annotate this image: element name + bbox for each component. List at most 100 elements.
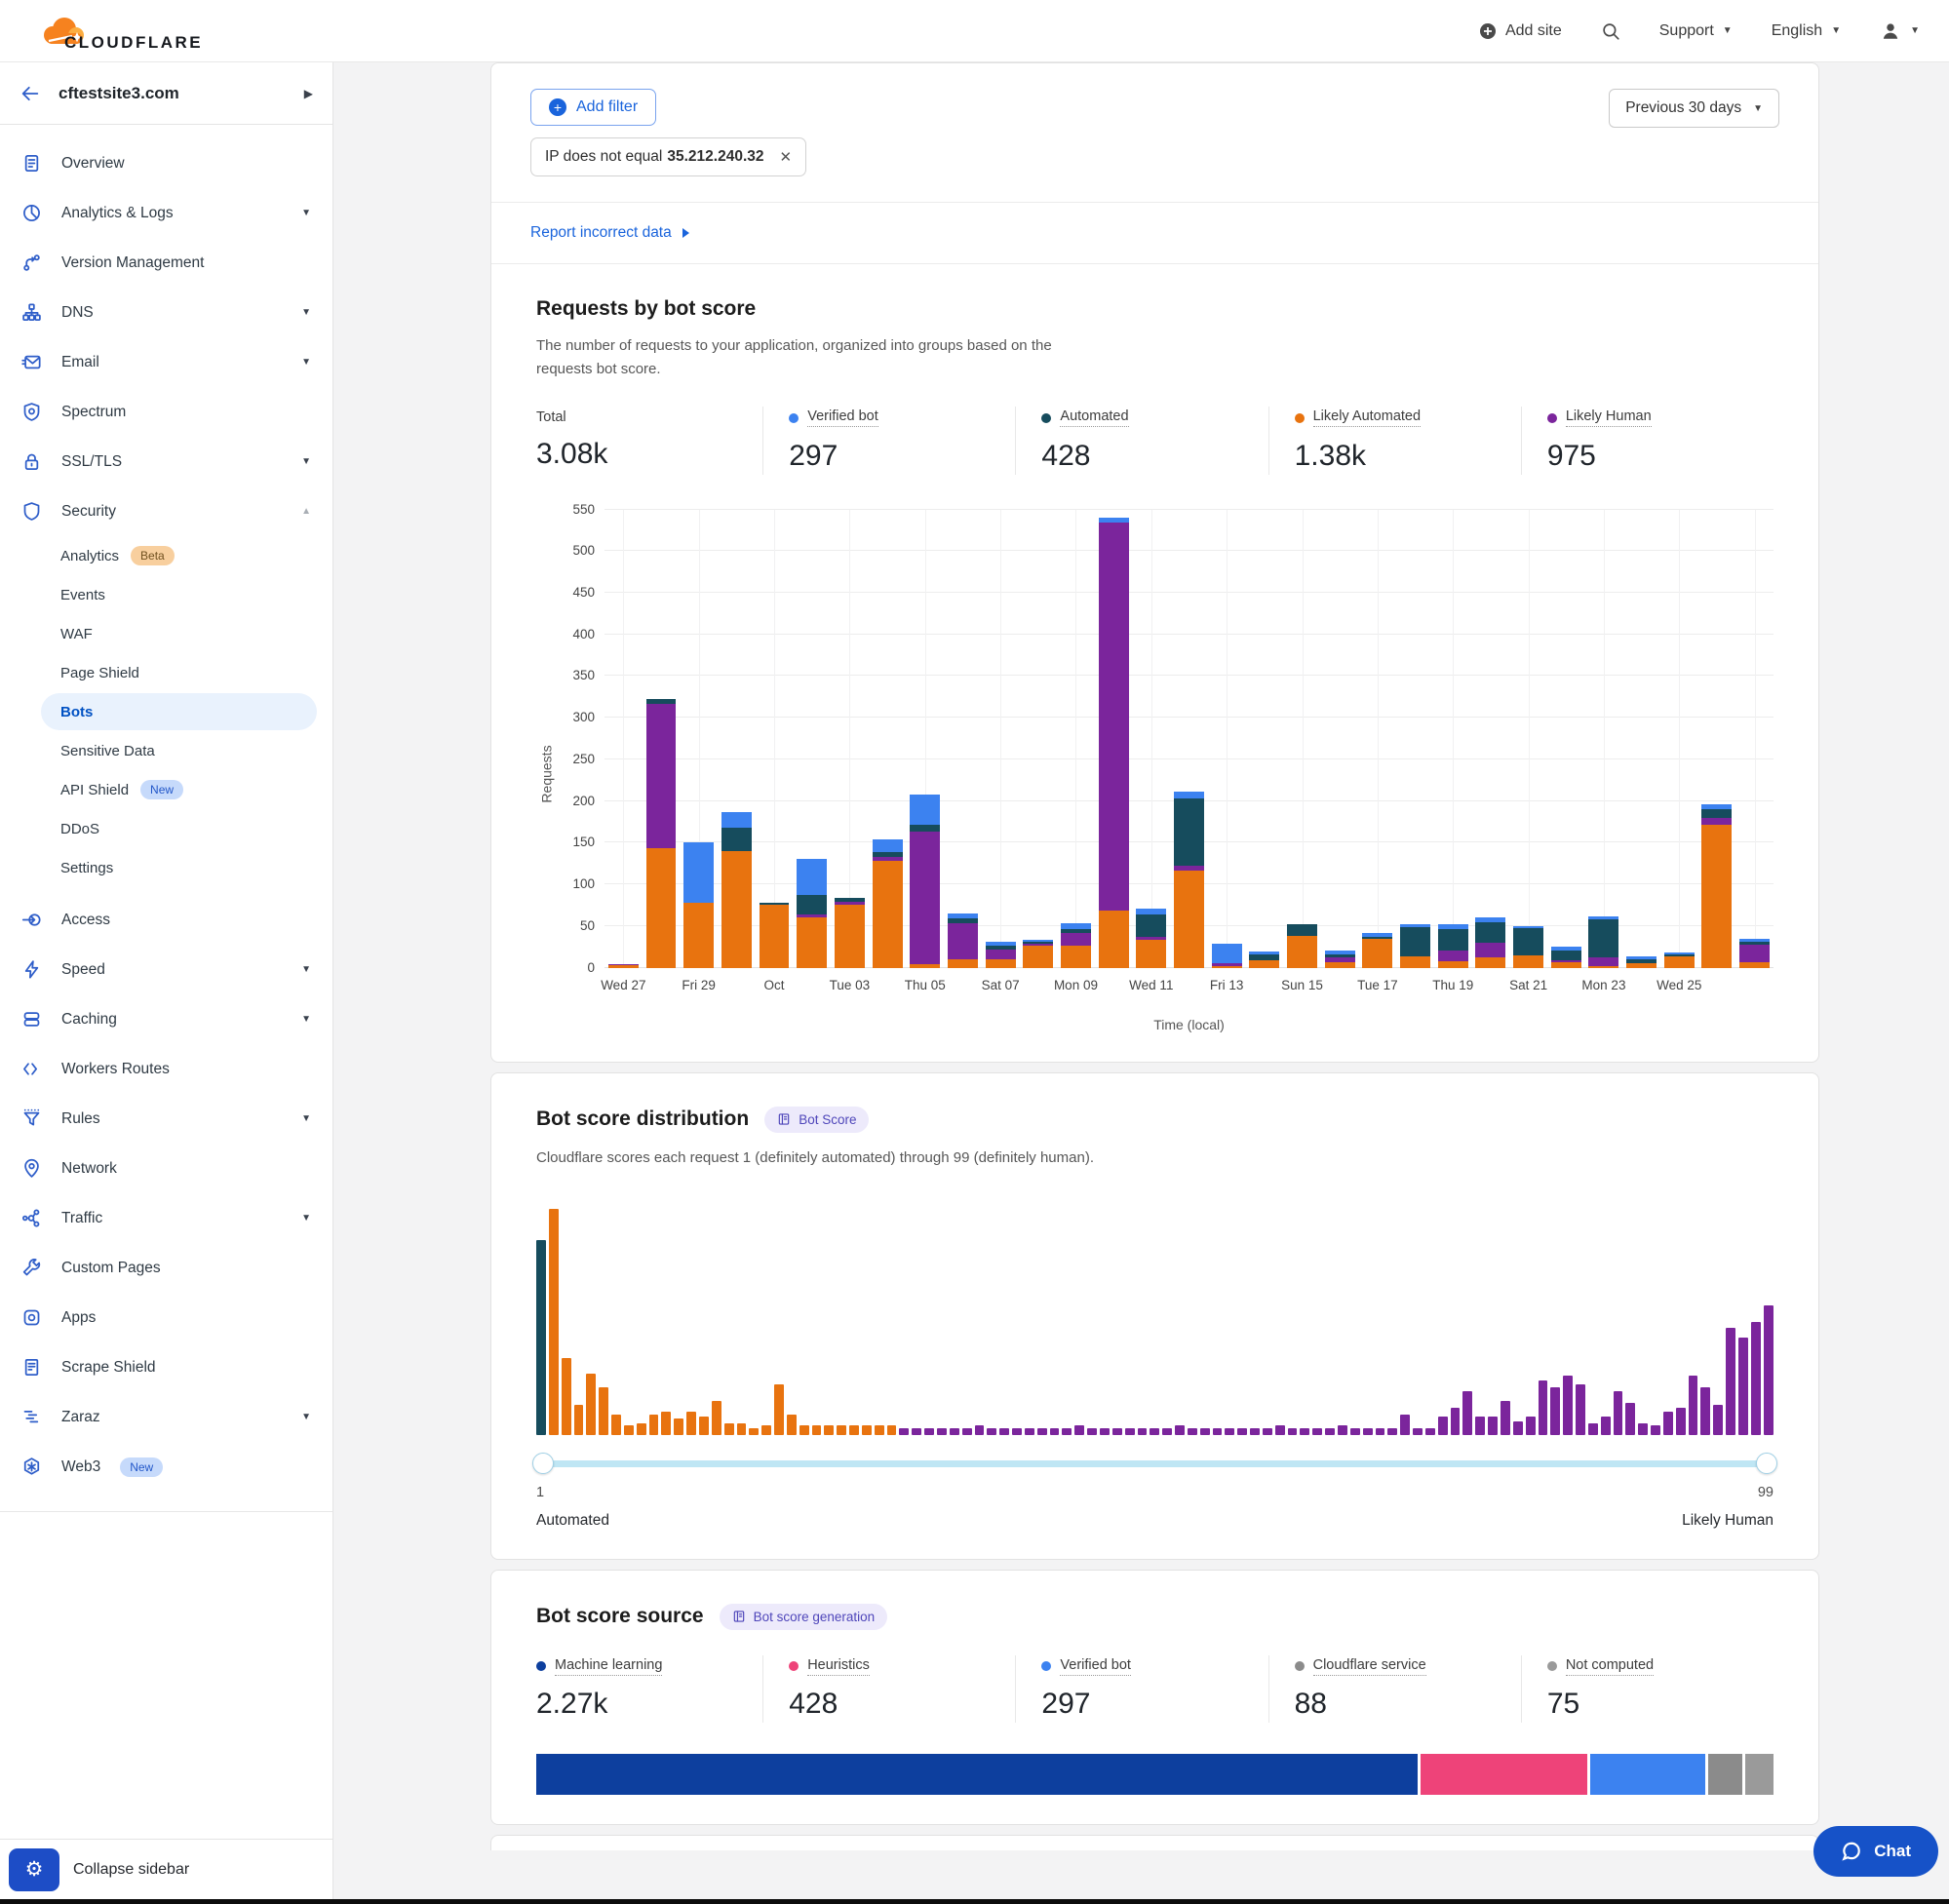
language-menu[interactable]: English▼ [1772, 22, 1841, 40]
stacked-bar [608, 964, 639, 968]
workers-icon [21, 1059, 42, 1079]
histogram-bar [999, 1428, 1009, 1435]
histogram-bar [737, 1423, 747, 1435]
sidebar-subitem-analytics[interactable]: AnalyticsBeta [0, 536, 332, 575]
sidebar-item-traffic[interactable]: Traffic▼ [0, 1193, 332, 1243]
support-menu[interactable]: Support▼ [1659, 22, 1733, 40]
traffic-icon [21, 1208, 42, 1228]
sidebar-subitem-settings[interactable]: Settings [0, 848, 332, 887]
stat-value: 1.38k [1295, 440, 1521, 473]
top-bar: CLOUDFLARE Add site Support▼ English▼ ▼ [0, 0, 1949, 62]
stacked-bar [910, 795, 940, 968]
legend-dot [536, 1661, 546, 1671]
sidebar-item-ssl-tls[interactable]: SSL/TLS ▼ [0, 437, 332, 486]
remove-filter-icon[interactable]: ✕ [780, 148, 793, 166]
histogram-bar [1614, 1391, 1623, 1434]
sidebar-item-zaraz[interactable]: Zaraz▼ [0, 1392, 332, 1442]
stat-likely-automated: Likely Automated1.38k [1268, 407, 1521, 475]
histogram-bar [1112, 1428, 1122, 1435]
histogram-bar [1651, 1425, 1660, 1434]
chat-button[interactable]: Chat [1813, 1826, 1938, 1877]
sidebar-item-custom-pages[interactable]: Custom Pages [0, 1243, 332, 1293]
sidebar-subitem-waf[interactable]: WAF [0, 614, 332, 653]
chevron-right-icon[interactable]: ▶ [304, 87, 313, 100]
stat-label: Not computed [1547, 1657, 1654, 1676]
sidebar-item-access[interactable]: Access [0, 895, 332, 945]
sidebar-item-workers-routes[interactable]: Workers Routes [0, 1044, 332, 1094]
stacked-bar [835, 898, 865, 968]
histogram-bar [1663, 1412, 1673, 1434]
histogram-bar [1312, 1428, 1322, 1435]
bot-score-generation-badge[interactable]: Bot score generation [720, 1604, 888, 1630]
histogram-bar [724, 1423, 734, 1435]
sidebar-item-label: SSL/TLS [61, 453, 122, 471]
slider-handle-max[interactable] [1756, 1453, 1777, 1474]
add-site-button[interactable]: Add site [1479, 22, 1562, 40]
slider-handle-min[interactable] [532, 1453, 554, 1474]
search-button[interactable] [1601, 21, 1620, 41]
stacked-bar [797, 859, 827, 968]
chevron-up-icon: ▲ [301, 506, 311, 517]
filter-chip[interactable]: IP does not equal35.212.240.32 ✕ [530, 137, 806, 176]
book-icon [777, 1112, 791, 1126]
distribution-card: Bot score distribution Bot Score Cloudfl… [490, 1072, 1819, 1560]
sidebar-subitem-sensitive-data[interactable]: Sensitive Data [0, 731, 332, 770]
sidebar-subitem-page-shield[interactable]: Page Shield [0, 653, 332, 692]
settings-gear-button[interactable]: ⚙ [9, 1848, 59, 1891]
histogram-bar [1425, 1428, 1435, 1435]
stacked-bar [1626, 956, 1657, 967]
score-range-slider[interactable] [536, 1460, 1774, 1467]
sidebar-item-dns[interactable]: DNS▼ [0, 288, 332, 337]
arrow-right-icon [682, 227, 691, 239]
stacked-bar [760, 903, 790, 968]
book-icon [732, 1610, 746, 1623]
chevron-down-icon: ▼ [301, 307, 311, 318]
histogram-bar [899, 1428, 909, 1435]
legend-dot [789, 1661, 799, 1671]
sidebar-subitem-label: Sensitive Data [60, 743, 155, 759]
stacked-bar [1701, 804, 1732, 967]
sidebar-item-caching[interactable]: Caching▼ [0, 994, 332, 1044]
report-incorrect-data-link[interactable]: Report incorrect data [530, 224, 691, 242]
sidebar-subitem-api-shield[interactable]: API ShieldNew [0, 770, 332, 809]
sidebar-item-web3[interactable]: Web3New [0, 1442, 332, 1492]
bot-score-badge[interactable]: Bot Score [764, 1107, 869, 1133]
slider-max-value: 99 [1758, 1485, 1774, 1500]
time-range-select[interactable]: Previous 30 days ▼ [1609, 89, 1779, 128]
add-filter-button[interactable]: + Add filter [530, 89, 656, 126]
requests-plot-area [604, 510, 1774, 968]
sidebar-item-rules[interactable]: Rules▼ [0, 1094, 332, 1144]
legend-dot [1041, 413, 1051, 423]
sidebar-subitem-bots[interactable]: Bots [41, 693, 317, 730]
sidebar-subitem-events[interactable]: Events [0, 575, 332, 614]
back-arrow-icon[interactable] [19, 83, 41, 104]
sidebar-item-label: Speed [61, 961, 105, 979]
sidebar-item-overview[interactable]: Overview [0, 138, 332, 188]
chevron-down-icon: ▼ [1723, 25, 1733, 36]
sidebar-item-apps[interactable]: Apps [0, 1293, 332, 1342]
sidebar-item-email[interactable]: Email▼ [0, 337, 332, 387]
sidebar-item-version-management[interactable]: Version Management [0, 238, 332, 288]
collapse-sidebar-label[interactable]: Collapse sidebar [73, 1861, 189, 1879]
sidebar-item-label: Custom Pages [61, 1260, 161, 1277]
chevron-down-icon: ▼ [301, 456, 311, 467]
sidebar-item-speed[interactable]: Speed▼ [0, 945, 332, 994]
histogram-bar [1074, 1425, 1084, 1434]
requests-title: Requests by bot score [536, 297, 1774, 321]
plus-icon: + [549, 98, 566, 116]
histogram-bar [875, 1425, 884, 1434]
histogram-bar [937, 1428, 947, 1435]
ssl-icon [21, 451, 42, 472]
chevron-down-icon: ▼ [301, 1113, 311, 1124]
sidebar-subitem-ddos[interactable]: DDoS [0, 809, 332, 848]
sidebar-item-analytics-logs[interactable]: Analytics & Logs▼ [0, 188, 332, 238]
stat-label: Likely Human [1547, 408, 1652, 427]
sidebar-item-security[interactable]: Security▲ [0, 486, 332, 536]
sidebar-item-spectrum[interactable]: Spectrum [0, 387, 332, 437]
histogram-bar [1175, 1425, 1185, 1434]
account-menu[interactable]: ▼ [1880, 20, 1920, 42]
sidebar-subitem-label: Page Shield [60, 665, 139, 681]
histogram-bar [862, 1425, 872, 1434]
sidebar-item-scrape-shield[interactable]: Scrape Shield [0, 1342, 332, 1392]
sidebar-item-network[interactable]: Network [0, 1144, 332, 1193]
